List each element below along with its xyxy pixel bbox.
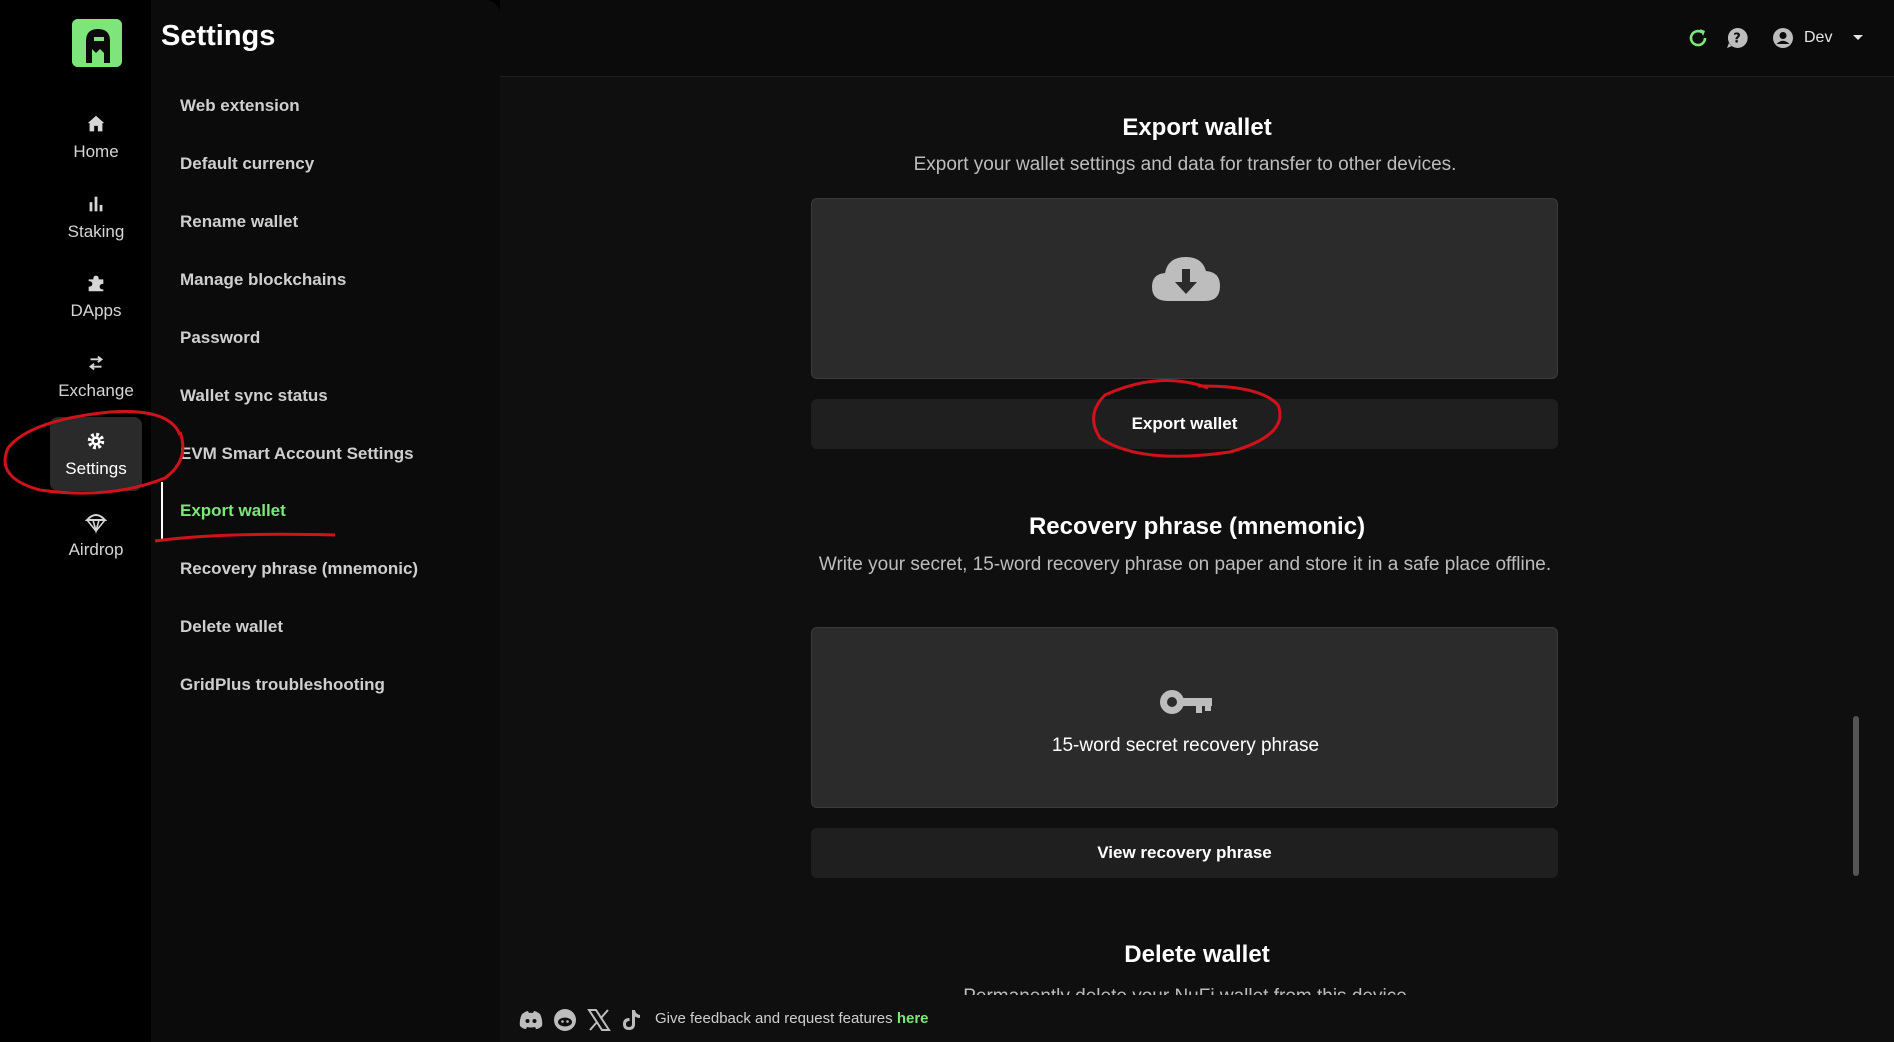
- account-icon[interactable]: [1771, 26, 1795, 50]
- refresh-icon[interactable]: [1686, 26, 1710, 50]
- rail-item-settings[interactable]: Settings: [50, 417, 142, 491]
- left-rail: Home Staking DApps Exchange Settings Air…: [0, 0, 151, 1042]
- cloud-download-icon: [1150, 251, 1222, 307]
- home-icon: [84, 112, 108, 136]
- settings-item-evm-smart-account[interactable]: EVM Smart Account Settings: [180, 444, 414, 464]
- rail-item-exchange[interactable]: Exchange: [50, 339, 142, 413]
- rail-label: DApps: [70, 301, 122, 320]
- settings-item-web-extension[interactable]: Web extension: [180, 96, 300, 116]
- rail-item-dapps[interactable]: DApps: [50, 259, 142, 333]
- nufi-logo[interactable]: [72, 19, 122, 67]
- settings-item-rename-wallet[interactable]: Rename wallet: [180, 212, 298, 232]
- delete-section-title: Delete wallet: [1124, 941, 1270, 968]
- key-icon: [1158, 686, 1214, 718]
- footer-feedback-text: Give feedback and request features here: [655, 1010, 929, 1027]
- footer-text: Give feedback and request features: [655, 1010, 893, 1027]
- settings-panel: Settings Web extension Default currency …: [151, 0, 500, 1042]
- recovery-card: 15-word secret recovery phrase: [811, 627, 1558, 808]
- view-recovery-phrase-button[interactable]: View recovery phrase: [811, 828, 1558, 878]
- settings-item-manage-blockchains[interactable]: Manage blockchains: [180, 270, 346, 290]
- settings-item-default-currency[interactable]: Default currency: [180, 154, 314, 174]
- recovery-section-subtitle: Write your secret, 15-word recovery phra…: [818, 554, 1552, 575]
- main-content: ? Dev Export wallet Export your wallet s…: [500, 0, 1894, 1042]
- bar-chart-icon: [84, 192, 108, 216]
- puzzle-icon: [84, 271, 108, 295]
- export-section-title: Export wallet: [1122, 114, 1272, 141]
- page-title: Settings: [161, 20, 276, 52]
- scrollbar-thumb[interactable]: [1853, 716, 1859, 876]
- settings-item-delete-wallet[interactable]: Delete wallet: [180, 617, 283, 637]
- rail-item-airdrop[interactable]: Airdrop: [50, 498, 142, 572]
- reddit-icon[interactable]: [552, 1007, 578, 1033]
- export-wallet-button[interactable]: Export wallet: [811, 399, 1558, 449]
- top-bar: ? Dev: [500, 0, 1894, 77]
- chevron-down-icon[interactable]: [1849, 28, 1867, 46]
- rail-label: Staking: [67, 222, 125, 241]
- rail-label: Settings: [65, 459, 127, 478]
- swap-icon: [84, 351, 108, 375]
- parachute-icon: [84, 510, 108, 534]
- discord-icon[interactable]: [518, 1007, 544, 1033]
- user-name[interactable]: Dev: [1804, 29, 1832, 47]
- feedback-link[interactable]: here: [897, 1010, 929, 1027]
- gear-icon: [84, 429, 108, 453]
- svg-text:?: ?: [1733, 32, 1741, 47]
- export-section-subtitle: Export your wallet settings and data for…: [913, 154, 1457, 175]
- help-icon[interactable]: ?: [1725, 26, 1749, 50]
- active-indicator: [161, 482, 163, 540]
- settings-item-recovery-phrase[interactable]: Recovery phrase (mnemonic): [180, 559, 418, 579]
- settings-item-gridplus-troubleshooting[interactable]: GridPlus troubleshooting: [180, 675, 385, 695]
- rail-label: Home: [73, 142, 119, 161]
- settings-item-wallet-sync-status[interactable]: Wallet sync status: [180, 386, 328, 406]
- rail-label: Exchange: [58, 381, 134, 400]
- settings-item-export-wallet[interactable]: Export wallet: [180, 501, 286, 521]
- rail-item-staking[interactable]: Staking: [50, 180, 142, 254]
- settings-item-password[interactable]: Password: [180, 328, 260, 348]
- rail-item-home[interactable]: Home: [50, 100, 142, 174]
- recovery-card-text: 15-word secret recovery phrase: [1051, 735, 1320, 756]
- export-card: [811, 198, 1558, 379]
- rail-label: Airdrop: [68, 540, 124, 559]
- tiktok-icon[interactable]: [618, 1007, 644, 1033]
- x-twitter-icon[interactable]: [586, 1007, 612, 1033]
- recovery-section-title: Recovery phrase (mnemonic): [1028, 513, 1366, 540]
